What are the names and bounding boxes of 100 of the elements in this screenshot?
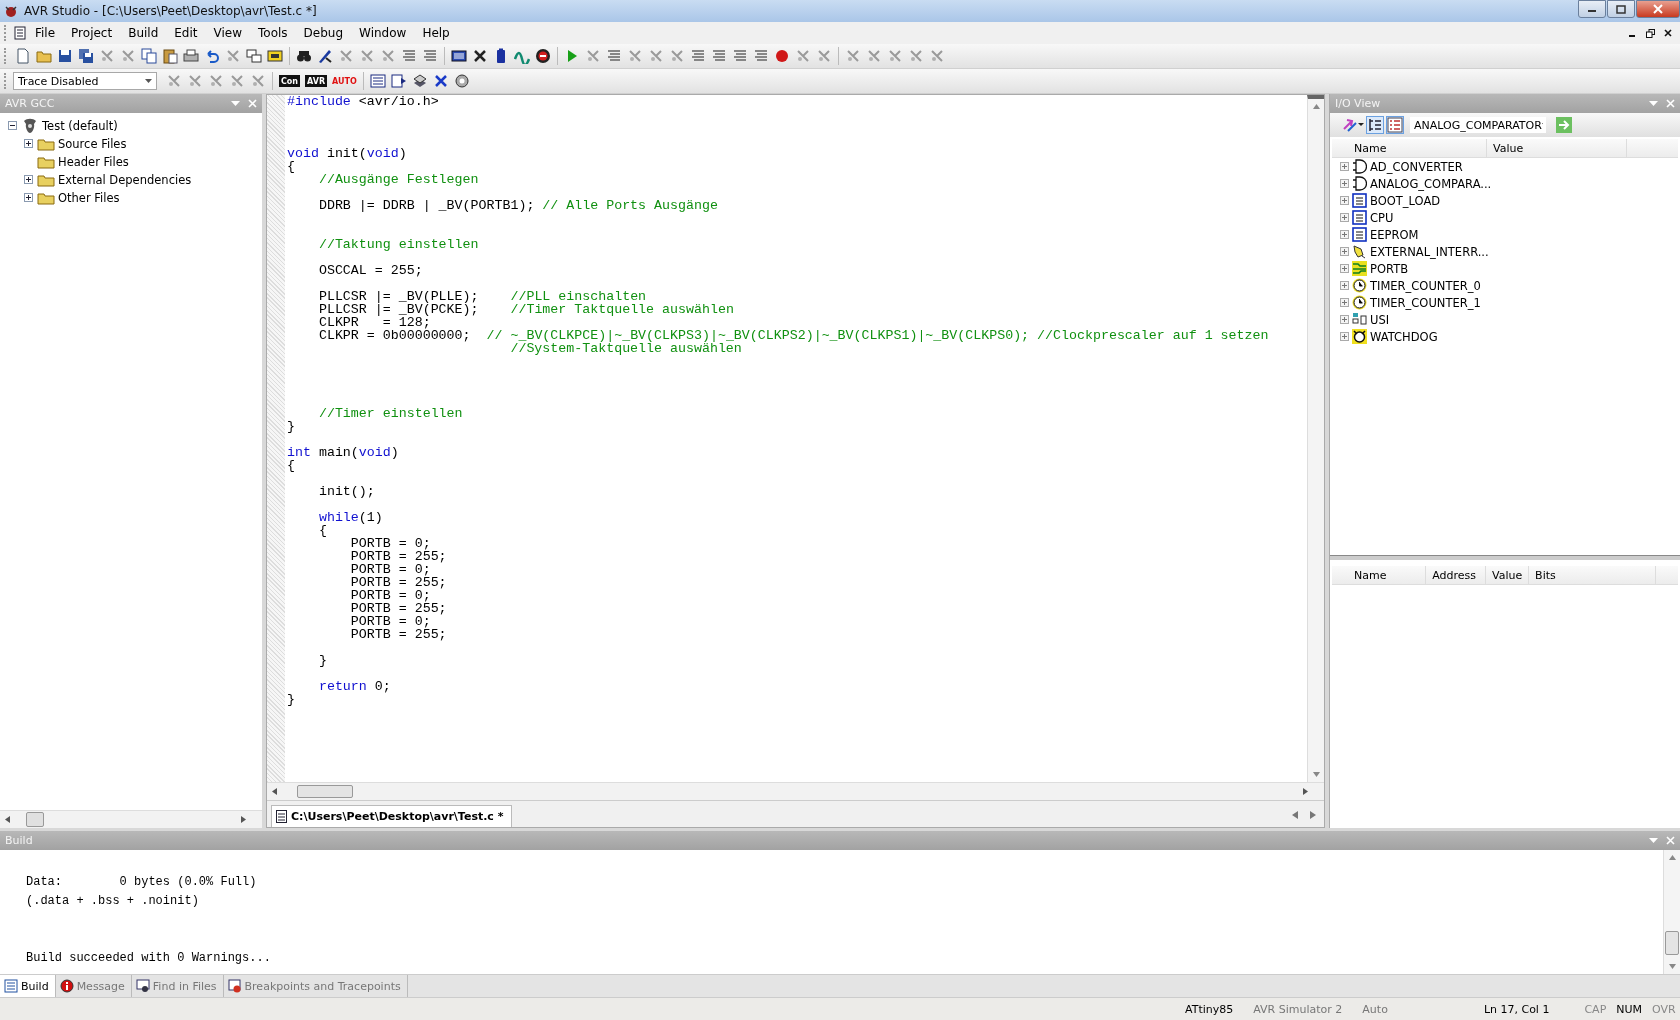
minimize-button[interactable] [1578,0,1606,18]
go-button[interactable] [1554,115,1574,135]
expander-toggle[interactable] [1340,230,1349,239]
maximize-button[interactable] [1607,0,1635,18]
tree-item[interactable]: AD_CONVERTER [1370,159,1463,174]
menu-item[interactable]: Build [121,24,166,42]
greyed-tool-icon [795,48,811,64]
scrollbar-thumb[interactable] [1665,931,1679,955]
menu-item[interactable]: File [28,24,63,42]
expander-toggle[interactable] [8,121,18,131]
expander-toggle[interactable] [24,193,34,203]
code-line: PORTB = 0; [349,615,431,628]
toolbar-button[interactable]: AVR [305,75,328,87]
up-arrow-icon[interactable] [1668,855,1676,860]
close-button[interactable] [1662,27,1674,39]
vertical-scrollbar[interactable] [1307,95,1324,782]
tree-item[interactable]: PORTB [1370,261,1409,276]
caret-icon [145,79,152,83]
up-arrow-icon[interactable] [1312,104,1320,109]
expander-toggle[interactable] [1340,247,1349,256]
expander-toggle[interactable] [1340,196,1349,205]
tree-item[interactable]: BOOT_LOAD [1370,193,1441,208]
module-dropdown[interactable]: ANALOG_COMPARATOR [1410,117,1546,133]
code-line: //System-Taktquelle auswählen [509,342,742,355]
horizontal-scrollbar[interactable] [0,810,262,828]
tree-item[interactable]: USI [1370,312,1390,327]
toolbar-button[interactable]: Con [279,75,301,87]
tree-item[interactable]: ANALOG_COMPARA... [1370,176,1492,191]
tree-list-icon [1367,117,1383,133]
panel-tab[interactable]: Build [0,975,56,997]
column-header[interactable]: Bits [1529,566,1656,584]
menu-item[interactable]: View [206,24,249,42]
tree-item[interactable]: Source Files [58,137,127,151]
menu-item[interactable]: Tools [251,24,295,42]
right-arrow-icon[interactable] [1310,811,1316,819]
tree-item[interactable]: TIMER_COUNTER_0 [1370,278,1481,293]
column-header[interactable]: Address [1426,566,1487,584]
expander-toggle[interactable] [1340,281,1349,290]
expander-toggle[interactable] [1340,298,1349,307]
tree-item[interactable]: EEPROM [1370,227,1419,242]
close-icon [1653,4,1663,14]
greyed-tool-icon [866,48,882,64]
column-header[interactable]: Name [1332,139,1487,157]
code-line: PORTB = 255; [349,628,447,641]
code-line: //Taktung einstellen [317,238,479,251]
project-icon [21,118,39,134]
tree-item[interactable]: WATCHDOG [1370,329,1438,344]
tree-item[interactable]: CPU [1370,210,1394,225]
tree-view-button[interactable] [1366,116,1384,134]
menu-item[interactable]: Debug [296,24,351,42]
expander-toggle[interactable] [1340,332,1349,341]
close-icon[interactable] [1666,836,1675,845]
greyed-tool-icon [929,48,945,64]
tree-item[interactable]: EXTERNAL_INTERR... [1370,244,1489,259]
column-header[interactable]: Value [1487,139,1627,157]
lines-icon [690,48,706,64]
trace-dropdown[interactable]: Trace Disabled [13,72,157,90]
close-icon[interactable] [1666,99,1675,108]
dropdown-icon[interactable] [1649,838,1658,843]
floppy-disks-icon [411,73,428,89]
restore-button[interactable] [1644,27,1656,39]
toolbar-button[interactable]: AUTO [330,71,359,91]
menu-item[interactable]: Project [64,24,120,42]
expander-toggle[interactable] [24,139,34,149]
panel-title: I/O View [1335,97,1381,110]
left-arrow-icon[interactable] [1292,811,1298,819]
tree-item[interactable]: Header Files [58,155,129,169]
scrollbar-thumb[interactable] [26,812,44,827]
toolbar-button[interactable] [76,46,96,66]
code-line: void init(void) [287,147,407,160]
dropdown-icon[interactable] [231,101,240,106]
column-header[interactable]: Name [1332,566,1427,584]
code-line: PLLCSR |= _BV(PLLE); //PLL einschalten [317,290,647,303]
tree-item[interactable]: Other Files [58,191,120,205]
tree-item[interactable]: Test (default) [42,119,118,133]
expander-toggle[interactable] [1340,213,1349,222]
expander-toggle[interactable] [1340,162,1349,171]
expander-toggle[interactable] [1340,264,1349,273]
menu-item[interactable]: Edit [167,24,205,42]
greyed-tool-icon [166,73,182,89]
tree-item[interactable]: TIMER_COUNTER_1 [1370,295,1481,310]
menu-item[interactable]: Help [415,24,457,42]
scrollbar-thumb[interactable] [297,785,353,798]
column-header[interactable]: Value [1486,566,1530,584]
close-icon[interactable] [248,99,257,108]
window-title: AVR Studio - [C:\Users\Peet\Desktop\avr\Test.c *] [24,4,317,18]
code-line: PORTB = 0; [349,589,431,602]
expander-toggle[interactable] [1340,315,1349,324]
maximize-icon [1616,4,1626,14]
list-view-button[interactable] [1386,116,1404,134]
down-arrow-icon[interactable] [1668,964,1676,969]
expander-toggle[interactable] [1340,179,1349,188]
horizontal-scrollbar[interactable] [267,782,1324,800]
expander-toggle[interactable] [24,175,34,185]
menu-item[interactable]: Window [352,24,414,42]
file-tab[interactable]: C:\Users\Peet\Desktop\avr\Test.c * [271,805,513,827]
dropdown-icon[interactable] [1649,101,1658,106]
down-arrow-icon[interactable] [1312,772,1320,777]
tree-item[interactable]: External Dependencies [58,173,192,187]
toolbar-button[interactable] [533,46,553,66]
